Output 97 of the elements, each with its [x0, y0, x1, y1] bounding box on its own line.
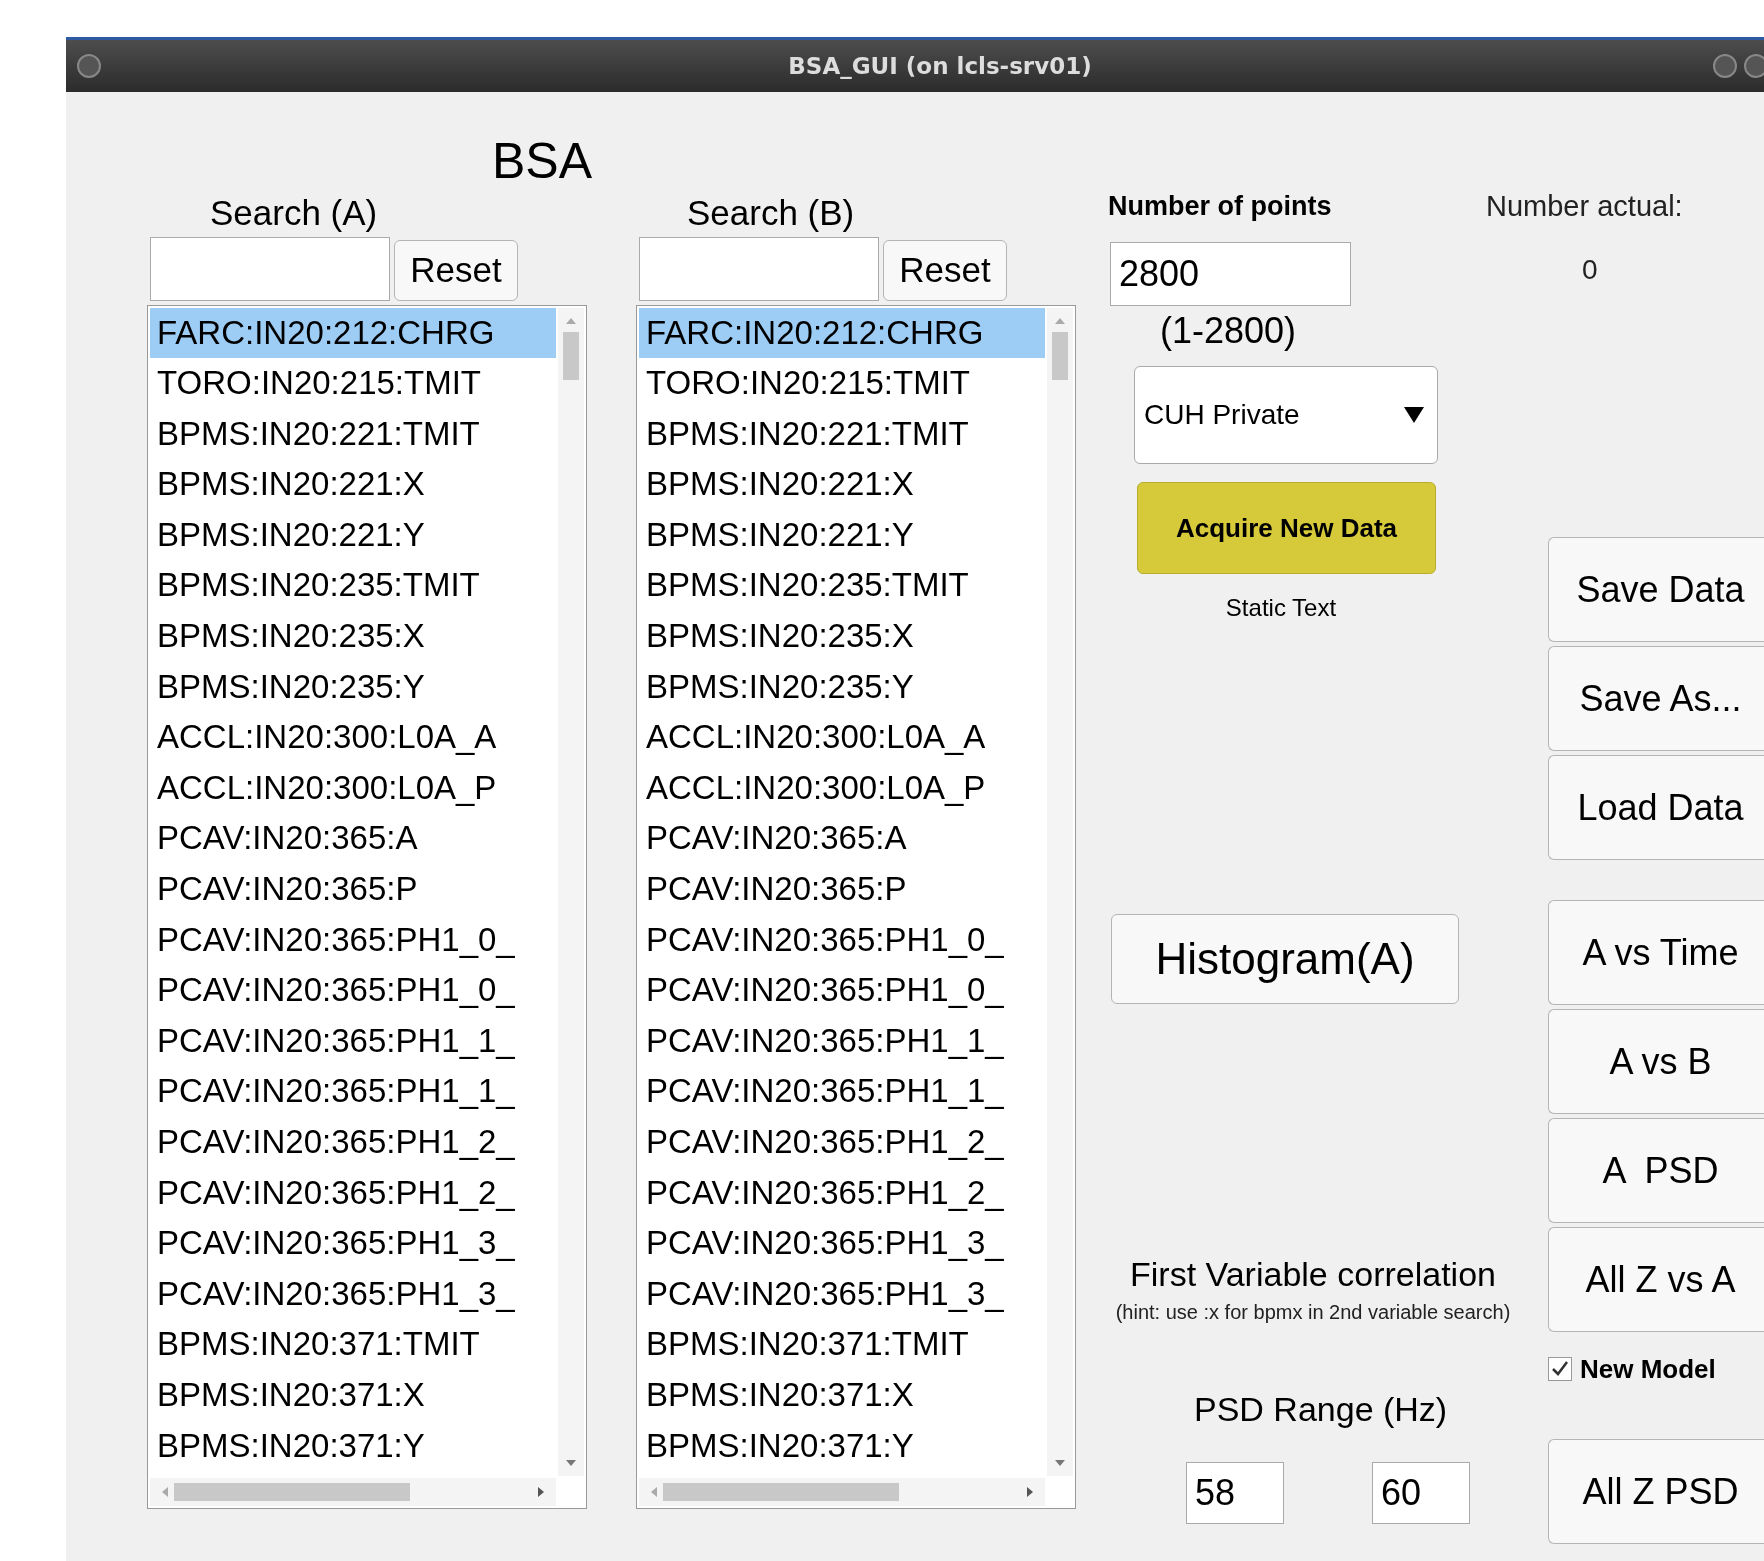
list-item[interactable]: BPMS:IN20:371:X [150, 1369, 556, 1421]
list-item[interactable]: BPMS:IN20:371:Y [639, 1420, 1045, 1472]
list-item[interactable]: ACCL:IN20:300:L0A_P [150, 762, 556, 814]
psd-range-label: PSD Range (Hz) [1194, 1389, 1448, 1430]
action-button[interactable]: All Z PSD [1548, 1439, 1764, 1544]
action-button[interactable]: Save Data [1548, 537, 1764, 642]
points-field[interactable]: 2800 [1110, 242, 1351, 306]
list-item[interactable]: BPMS:IN20:235:TMIT [150, 560, 556, 612]
down-arrow-icon[interactable] [1053, 1457, 1067, 1468]
number-actual-value: 0 [1582, 254, 1598, 286]
checkbox[interactable] [1548, 1357, 1572, 1381]
list-item[interactable]: BPMS:IN20:221:Y [639, 509, 1045, 561]
list-item[interactable]: BPMS:IN20:235:X [150, 611, 556, 662]
list-item[interactable]: FARC:IN20:212:CHRG [150, 307, 556, 359]
vertical-scrollbar[interactable] [1047, 307, 1073, 1476]
list-item[interactable]: PCAV:IN20:365:PH1_3_ [639, 1218, 1045, 1269]
points-range: (1-2800) [1160, 310, 1297, 352]
search-field[interactable] [150, 236, 390, 301]
list-item[interactable]: BPMS:IN20:221:TMIT [639, 408, 1045, 460]
action-button[interactable]: A vs Time [1548, 900, 1764, 1005]
list-item[interactable]: BPMS:IN20:371:Y [150, 1420, 556, 1472]
list-item[interactable]: ACCL:IN20:300:L0A_A [639, 712, 1045, 763]
list-item[interactable]: BPMS:IN20:235:Y [150, 661, 556, 713]
scroll-thumb[interactable] [663, 1482, 899, 1501]
list-item[interactable]: PCAV:IN20:365:PH1_0_ [639, 965, 1045, 1016]
list-item[interactable]: PCAV:IN20:365:PH1_0_ [150, 914, 556, 966]
list-item[interactable]: BPMS:IN20:221:Y [150, 509, 556, 561]
histogram-button[interactable]: Histogram(A) [1111, 914, 1459, 1004]
down-arrow-icon[interactable] [564, 1457, 578, 1468]
list-item[interactable]: PCAV:IN20:365:PH1_3_ [639, 1268, 1045, 1320]
list-item[interactable]: PCAV:IN20:365:PH1_2_ [150, 1167, 556, 1219]
scroll-thumb[interactable] [174, 1482, 410, 1501]
list-item[interactable]: PCAV:IN20:365:A [150, 813, 556, 865]
list-item[interactable]: PCAV:IN20:365:PH1_1_ [150, 1066, 556, 1117]
vertical-scrollbar[interactable] [558, 307, 584, 1476]
signal-listbox[interactable] [636, 304, 1076, 1509]
list-item[interactable]: PCAV:IN20:365:PH1_2_ [639, 1117, 1045, 1168]
window-button-icon[interactable] [76, 53, 102, 79]
search-label: Search (A) [210, 194, 379, 233]
list-item[interactable]: PCAV:IN20:365:A [639, 813, 1045, 865]
list-item[interactable]: PCAV:IN20:365:PH1_2_ [150, 1117, 556, 1168]
action-button[interactable]: Load Data [1548, 755, 1764, 860]
points-label: Number of points [1108, 192, 1332, 222]
app-heading: BSA [492, 134, 593, 189]
window-title: BSA_GUI (on lcls-srv01) [788, 53, 1092, 79]
list-item[interactable]: BPMS:IN20:221:X [639, 459, 1045, 510]
search-field[interactable] [639, 236, 879, 301]
number-actual-label: Number actual: [1486, 190, 1683, 223]
action-button[interactable]: A vs B [1548, 1009, 1764, 1114]
scroll-thumb[interactable] [1052, 331, 1068, 380]
list-item[interactable]: PCAV:IN20:365:PH1_3_ [150, 1268, 556, 1320]
window-buttons-icon[interactable] [1712, 53, 1764, 79]
reset-button[interactable]: Reset [394, 239, 518, 301]
source-dropdown[interactable]: CUH Private [1134, 366, 1438, 464]
right-arrow-icon[interactable] [536, 1484, 546, 1499]
list-item[interactable]: BPMS:IN20:371:TMIT [639, 1319, 1045, 1370]
search-label: Search (B) [687, 194, 856, 233]
list-item[interactable]: BPMS:IN20:221:X [150, 459, 556, 510]
reset-button[interactable]: Reset [883, 239, 1007, 301]
correlation-hint: (hint: use :x for bpmx in 2nd variable search) [1115, 1299, 1511, 1325]
scroll-thumb[interactable] [563, 331, 579, 380]
correlation-title: First Variable correlation [1130, 1254, 1496, 1295]
list-item[interactable]: FARC:IN20:212:CHRG [639, 307, 1045, 359]
action-button[interactable]: All Z vs A [1548, 1227, 1764, 1332]
list-item[interactable]: BPMS:IN20:371:TMIT [150, 1319, 556, 1370]
list-item[interactable]: PCAV:IN20:365:P [150, 864, 556, 915]
list-item[interactable]: PCAV:IN20:365:PH1_2_ [639, 1167, 1045, 1219]
list-item[interactable]: BPMS:IN20:371:X [639, 1369, 1045, 1421]
list-item[interactable]: PCAV:IN20:365:PH1_0_ [639, 914, 1045, 966]
horizontal-scrollbar[interactable] [639, 1477, 1045, 1506]
signal-listbox[interactable] [147, 304, 587, 1509]
list-item[interactable]: ACCL:IN20:300:L0A_A [150, 712, 556, 763]
list-item[interactable]: PCAV:IN20:365:PH1_1_ [639, 1015, 1045, 1067]
horizontal-scrollbar[interactable] [150, 1477, 556, 1506]
list-item[interactable]: PCAV:IN20:365:PH1_0_ [150, 965, 556, 1016]
left-arrow-icon[interactable] [160, 1484, 170, 1499]
list-item[interactable]: PCAV:IN20:365:PH1_1_ [639, 1066, 1045, 1117]
caret-icon [1403, 406, 1425, 424]
left-arrow-icon[interactable] [649, 1484, 659, 1499]
psd-min-field[interactable]: 58 [1186, 1462, 1284, 1524]
action-button[interactable]: A PSD [1548, 1118, 1764, 1223]
action-button[interactable]: Save As... [1548, 646, 1764, 751]
list-item[interactable]: TORO:IN20:215:TMIT [639, 358, 1045, 409]
list-item[interactable]: BPMS:IN20:235:TMIT [639, 560, 1045, 612]
psd-max-field[interactable]: 60 [1372, 1462, 1470, 1524]
right-arrow-icon[interactable] [1025, 1484, 1035, 1499]
list-item[interactable]: PCAV:IN20:365:PH1_3_ [150, 1218, 556, 1269]
acquire-button[interactable]: Acquire New Data [1137, 482, 1436, 574]
status-text: Static Text [1224, 594, 1338, 622]
list-item[interactable]: BPMS:IN20:235:X [639, 611, 1045, 662]
list-item[interactable]: TORO:IN20:215:TMIT [150, 358, 556, 409]
list-item[interactable]: BPMS:IN20:235:Y [639, 661, 1045, 713]
list-item[interactable]: PCAV:IN20:365:P [639, 864, 1045, 915]
list-item[interactable]: BPMS:IN20:221:TMIT [150, 408, 556, 460]
list-item[interactable]: PCAV:IN20:365:PH1_1_ [150, 1015, 556, 1067]
list-item[interactable]: ACCL:IN20:300:L0A_P [639, 762, 1045, 814]
checkbox-label[interactable]: New Model [1580, 1353, 1716, 1385]
